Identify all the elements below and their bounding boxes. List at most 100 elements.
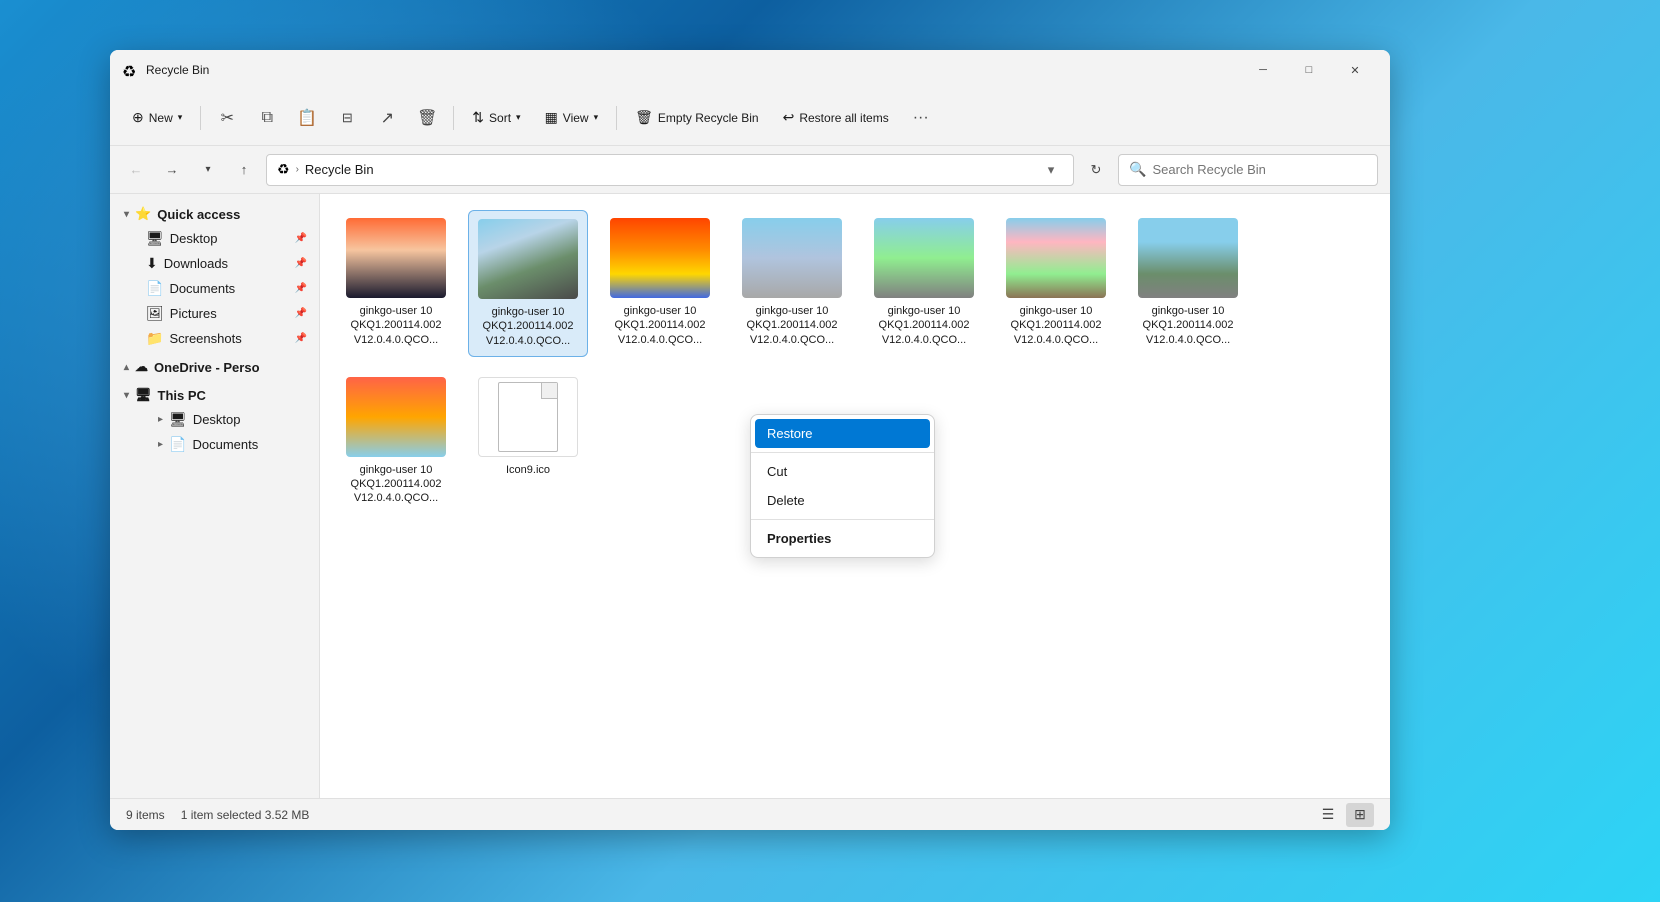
share-button[interactable]: ↗: [369, 100, 405, 136]
sidebar-item-pictures[interactable]: 🖼 Pictures 📌: [114, 301, 315, 326]
main-content: ▾ ⭐ Quick access 🖥 Desktop 📌 ⬇ Downloads…: [110, 194, 1390, 798]
quick-access-label: Quick access: [157, 207, 240, 222]
recent-locations-button[interactable]: ▾: [194, 156, 222, 184]
cut-button[interactable]: ✂: [209, 100, 245, 136]
this-pc-section: ▾ 🖥 This PC ▸ 🖥 Desktop ▸ 📄 Documents: [110, 383, 319, 457]
forward-button[interactable]: →: [158, 156, 186, 184]
paste-button[interactable]: 📋: [289, 100, 325, 136]
empty-recycle-bin-label: Empty Recycle Bin: [658, 111, 759, 125]
restore-icon: ↩: [783, 109, 795, 126]
ctx-properties-label: Properties: [767, 531, 831, 546]
path-recycle-icon: ♻: [277, 161, 290, 178]
delete-button[interactable]: 🗑: [409, 100, 445, 136]
status-left: 9 items 1 item selected 3.52 MB: [126, 808, 309, 822]
address-dropdown-icon[interactable]: ▾: [1039, 158, 1063, 182]
onedrive-header[interactable]: ▸ ☁ OneDrive - Perso: [114, 355, 315, 379]
toolbar: ⊕ New ▾ ✂ ⧉ 📋 ⊟ ↗ 🗑 ⇅ Sort ▾ ▦ View ▾ 🗑 …: [110, 90, 1390, 146]
downloads-icon: ⬇: [146, 255, 158, 272]
sidebar-item-desktop-label: Desktop: [170, 231, 218, 246]
status-right: ☰ ⊞: [1314, 803, 1374, 827]
file-item-5[interactable]: ginkgo-user 10 QKQ1.200114.002 V12.0.4.0…: [864, 210, 984, 357]
sidebar-item-screenshots[interactable]: 📁 Screenshots 📌: [114, 326, 315, 351]
screenshots-icon: 📁: [146, 330, 163, 347]
close-button[interactable]: ✕: [1332, 54, 1378, 86]
file-item-4[interactable]: ginkgo-user 10 QKQ1.200114.002 V12.0.4.0…: [732, 210, 852, 357]
file-item-9[interactable]: Icon9.ico: [468, 369, 588, 514]
view-chevron-icon: ▾: [594, 112, 599, 123]
sort-chevron-icon: ▾: [516, 112, 521, 123]
pin-icon-3: 📌: [295, 283, 307, 294]
desktop-icon: 🖥: [146, 230, 164, 247]
list-view-button[interactable]: ☰: [1314, 803, 1342, 827]
file-item-3[interactable]: ginkgo-user 10 QKQ1.200114.002 V12.0.4.0…: [600, 210, 720, 357]
ctx-cut[interactable]: Cut: [751, 457, 934, 486]
item-count: 9 items: [126, 808, 165, 822]
quick-access-header[interactable]: ▾ ⭐ Quick access: [114, 202, 315, 226]
window-title: Recycle Bin: [146, 63, 1240, 77]
ctx-restore[interactable]: Restore: [755, 419, 930, 448]
more-options-button[interactable]: ···: [903, 100, 939, 136]
file-thumbnail-4: [742, 218, 842, 298]
sidebar-item-desktop[interactable]: 🖥 Desktop 📌: [114, 226, 315, 251]
documents-icon: 📄: [146, 280, 163, 297]
file-thumbnail-1: [346, 218, 446, 298]
toolbar-separator-2: [453, 106, 454, 130]
file-thumbnail-5: [874, 218, 974, 298]
sidebar-item-pictures-label: Pictures: [170, 306, 217, 321]
file-item-1[interactable]: ginkgo-user 10 QKQ1.200114.002 V12.0.4.0…: [336, 210, 456, 357]
file-item-6[interactable]: ginkgo-user 10 QKQ1.200114.002 V12.0.4.0…: [996, 210, 1116, 357]
toolbar-separator-1: [200, 106, 201, 130]
sidebar-item-this-pc-documents[interactable]: ▸ 📄 Documents: [114, 432, 315, 457]
file-thumbnail-8: [346, 377, 446, 457]
ctx-delete[interactable]: Delete: [751, 486, 934, 515]
file-item-8[interactable]: ginkgo-user 10 QKQ1.200114.002 V12.0.4.0…: [336, 369, 456, 514]
search-input[interactable]: [1152, 162, 1367, 177]
search-box[interactable]: 🔍: [1118, 154, 1378, 186]
file-name-5: ginkgo-user 10 QKQ1.200114.002 V12.0.4.0…: [872, 304, 976, 347]
up-button[interactable]: ↑: [230, 156, 258, 184]
file-name-7: ginkgo-user 10 QKQ1.200114.002 V12.0.4.0…: [1136, 304, 1240, 347]
context-menu: Restore Cut Delete Properties: [750, 414, 935, 558]
sort-icon: ⇅: [472, 109, 484, 126]
toolbar-separator-3: [616, 106, 617, 130]
file-item-2[interactable]: ginkgo-user 10 QKQ1.200114.002 V12.0.4.0…: [468, 210, 588, 357]
empty-recycle-bin-button[interactable]: 🗑 Empty Recycle Bin: [625, 103, 768, 132]
rename-button[interactable]: ⊟: [329, 100, 365, 136]
address-path-container[interactable]: ♻ › Recycle Bin ▾: [266, 154, 1074, 186]
ctx-separator-1: [751, 452, 934, 453]
sidebar-item-downloads-label: Downloads: [164, 256, 228, 271]
file-item-7[interactable]: ginkgo-user 10 QKQ1.200114.002 V12.0.4.0…: [1128, 210, 1248, 357]
this-pc-documents-icon: 📄: [169, 436, 186, 453]
minimize-button[interactable]: ─: [1240, 54, 1286, 86]
copy-button[interactable]: ⧉: [249, 100, 285, 136]
new-icon: ⊕: [132, 109, 144, 126]
this-pc-desktop-icon: 🖥: [169, 411, 187, 428]
grid-view-button[interactable]: ⊞: [1346, 803, 1374, 827]
quick-access-star-icon: ⭐: [135, 206, 151, 222]
sort-button[interactable]: ⇅ Sort ▾: [462, 103, 530, 132]
view-button[interactable]: ▦ View ▾: [535, 103, 609, 132]
sidebar-item-documents[interactable]: 📄 Documents 📌: [114, 276, 315, 301]
new-button[interactable]: ⊕ New ▾: [122, 103, 192, 132]
file-thumbnail-7: [1138, 218, 1238, 298]
ctx-properties[interactable]: Properties: [751, 524, 934, 553]
file-thumbnail-3: [610, 218, 710, 298]
refresh-button[interactable]: ↻: [1082, 156, 1110, 184]
title-bar: ♻ Recycle Bin ─ □ ✕: [110, 50, 1390, 90]
back-button[interactable]: ←: [122, 156, 150, 184]
sidebar-item-downloads[interactable]: ⬇ Downloads 📌: [114, 251, 315, 276]
restore-all-items-button[interactable]: ↩ Restore all items: [773, 103, 899, 132]
new-label: New: [149, 111, 173, 125]
this-pc-label: This PC: [158, 388, 206, 403]
this-pc-header[interactable]: ▾ 🖥 This PC: [114, 383, 315, 407]
maximize-button[interactable]: □: [1286, 54, 1332, 86]
quick-access-section: ▾ ⭐ Quick access 🖥 Desktop 📌 ⬇ Downloads…: [110, 202, 319, 351]
pin-icon-2: 📌: [295, 258, 307, 269]
sidebar-item-this-pc-desktop[interactable]: ▸ 🖥 Desktop: [114, 407, 315, 432]
file-name-6: ginkgo-user 10 QKQ1.200114.002 V12.0.4.0…: [1004, 304, 1108, 347]
view-label: View: [563, 111, 589, 125]
onedrive-chevron-icon: ▸: [121, 364, 132, 369]
selection-info: 1 item selected 3.52 MB: [181, 808, 310, 822]
file-name-2: ginkgo-user 10 QKQ1.200114.002 V12.0.4.0…: [477, 305, 579, 348]
path-separator-icon: ›: [296, 164, 299, 175]
